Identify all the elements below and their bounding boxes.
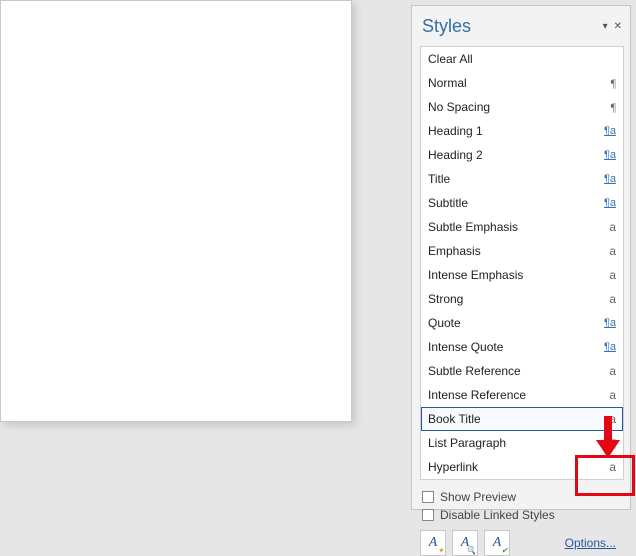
spark-icon: ✦ (437, 546, 444, 555)
style-item[interactable]: Hyperlinka (421, 455, 623, 479)
style-type-icon: a (609, 219, 616, 235)
style-name: Heading 2 (428, 147, 600, 163)
style-name: Strong (428, 291, 605, 307)
style-type-icon: ¶ (611, 99, 616, 115)
style-type-icon: ¶a (604, 339, 616, 355)
disable-linked-row[interactable]: Disable Linked Styles (422, 508, 620, 522)
style-name: No Spacing (428, 99, 607, 115)
disable-linked-label: Disable Linked Styles (440, 508, 555, 522)
style-type-icon: a (609, 459, 616, 475)
style-type-icon: ¶a (604, 147, 616, 163)
close-icon[interactable]: ✕ (614, 21, 622, 32)
style-item[interactable]: Intense Emphasisa (421, 263, 623, 287)
style-name: Title (428, 171, 600, 187)
options-link[interactable]: Options... (559, 532, 622, 554)
style-item[interactable]: Emphasisa (421, 239, 623, 263)
style-item[interactable]: Subtle Emphasisa (421, 215, 623, 239)
style-item[interactable]: Intense Referencea (421, 383, 623, 407)
style-item[interactable]: Normal¶ (421, 71, 623, 95)
check-icon: ✔ (501, 546, 508, 555)
style-type-icon: a (609, 387, 616, 403)
pane-title: Styles (422, 16, 603, 37)
style-name: Quote (428, 315, 600, 331)
pane-menu-icon[interactable]: ▾ (603, 21, 608, 32)
style-name: Hyperlink (428, 459, 605, 475)
pane-header: Styles ▾ ✕ (412, 6, 630, 42)
style-item[interactable]: No Spacing¶ (421, 95, 623, 119)
style-item[interactable]: Subtitle¶a (421, 191, 623, 215)
style-inspector-button[interactable]: A 🔍 (452, 530, 478, 556)
style-name: Book Title (428, 411, 605, 427)
document-page[interactable] (0, 0, 352, 422)
style-name: Intense Reference (428, 387, 605, 403)
manage-styles-button[interactable]: A ✔ (484, 530, 510, 556)
styles-pane: Styles ▾ ✕ Clear AllNormal¶No Spacing¶He… (411, 5, 631, 510)
style-type-icon: a (609, 363, 616, 379)
style-list: Clear AllNormal¶No Spacing¶Heading 1¶aHe… (420, 46, 624, 480)
style-type-icon: ¶ (611, 75, 616, 91)
style-type-icon: a (609, 411, 616, 427)
style-item[interactable]: Book Titlea (421, 407, 623, 431)
pane-controls: ▾ ✕ (603, 21, 622, 32)
style-item[interactable]: Intense Quote¶a (421, 335, 623, 359)
disable-linked-checkbox[interactable] (422, 509, 434, 521)
style-name: Heading 1 (428, 123, 600, 139)
style-type-icon: ¶a (604, 123, 616, 139)
style-type-icon: ¶a (604, 171, 616, 187)
magnifier-icon: 🔍 (466, 546, 476, 555)
style-type-icon: ¶a (604, 195, 616, 211)
style-item[interactable]: Title¶a (421, 167, 623, 191)
style-item[interactable]: Stronga (421, 287, 623, 311)
style-name: Intense Emphasis (428, 267, 605, 283)
style-type-icon: a (609, 267, 616, 283)
style-name: Emphasis (428, 243, 605, 259)
style-name: List Paragraph (428, 435, 607, 451)
style-item[interactable]: Heading 1¶a (421, 119, 623, 143)
style-item[interactable]: List Paragraph¶ (421, 431, 623, 455)
style-item[interactable]: Quote¶a (421, 311, 623, 335)
style-name: Subtle Emphasis (428, 219, 605, 235)
footer-row: A ✦ A 🔍 A ✔ Options... (420, 530, 622, 556)
style-name: Subtitle (428, 195, 600, 211)
style-item[interactable]: Heading 2¶a (421, 143, 623, 167)
show-preview-checkbox[interactable] (422, 491, 434, 503)
style-name: Intense Quote (428, 339, 600, 355)
new-style-button[interactable]: A ✦ (420, 530, 446, 556)
style-item[interactable]: Clear All (421, 47, 623, 71)
style-type-icon: ¶a (604, 315, 616, 331)
style-item[interactable]: Subtle Referencea (421, 359, 623, 383)
style-type-icon: a (609, 243, 616, 259)
style-name: Normal (428, 75, 607, 91)
style-a-icon: A (493, 535, 502, 551)
show-preview-label: Show Preview (440, 490, 516, 504)
style-type-icon: a (609, 291, 616, 307)
options-area: Show Preview Disable Linked Styles (422, 490, 620, 522)
style-name: Subtle Reference (428, 363, 605, 379)
style-type-icon: ¶ (611, 435, 616, 451)
style-name: Clear All (428, 51, 612, 67)
show-preview-row[interactable]: Show Preview (422, 490, 620, 504)
style-a-icon: A (429, 535, 438, 551)
